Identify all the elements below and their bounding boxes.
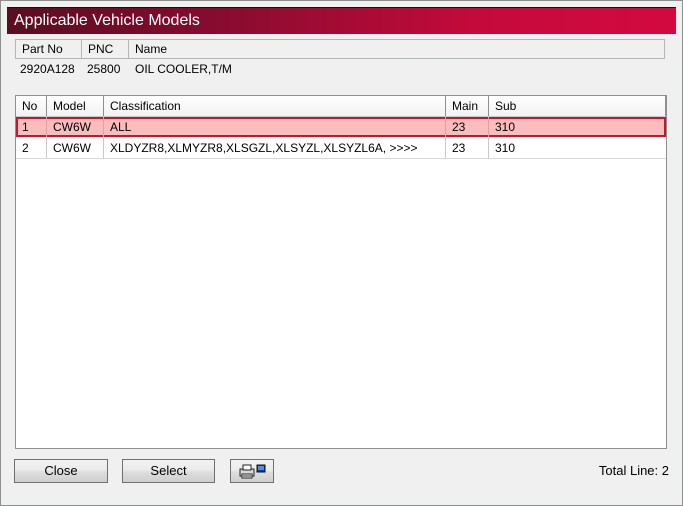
column-header-classification[interactable]: Classification (104, 96, 446, 116)
cell-model: CW6W (47, 117, 104, 137)
window-title: Applicable Vehicle Models (14, 12, 200, 29)
table-row[interactable]: 2 CW6W XLDYZR8,XLMYZR8,XLSGZL,XLSYZL,XLS… (16, 138, 666, 159)
close-button[interactable]: Close (14, 459, 108, 483)
list-header: No Model Classification Main Sub (16, 96, 666, 117)
column-header-model[interactable]: Model (47, 96, 104, 116)
part-name-value: OIL COOLER,T/M (135, 62, 232, 76)
applicable-vehicle-models-window: Applicable Vehicle Models Part No PNC Na… (0, 0, 683, 506)
cell-classification: XLDYZR8,XLMYZR8,XLSGZL,XLSYZL,XLSYZL6A, … (104, 138, 446, 158)
column-header-main[interactable]: Main (446, 96, 489, 116)
print-button[interactable] (230, 459, 274, 483)
cell-main: 23 (446, 138, 489, 158)
part-no-value: 2920A128 (20, 62, 75, 76)
content-panel: Part No PNC Name 2920A128 25800 OIL COOL… (11, 37, 673, 449)
printer-icon (237, 463, 267, 486)
vehicle-model-list[interactable]: No Model Classification Main Sub 1 CW6W … (15, 95, 667, 449)
pnc-header: PNC (82, 40, 129, 58)
total-line-label: Total Line: 2 (598, 463, 669, 478)
column-header-no[interactable]: No (16, 96, 47, 116)
cell-sub: 310 (495, 141, 516, 155)
cell-sub: 310 (495, 120, 516, 134)
select-button[interactable]: Select (122, 459, 215, 483)
title-bar[interactable]: Applicable Vehicle Models (7, 7, 676, 34)
part-info-row: 2920A128 25800 OIL COOLER,T/M (15, 59, 663, 79)
pnc-value: 25800 (87, 62, 121, 76)
cell-classification: ALL (104, 117, 446, 137)
cell-main: 23 (446, 117, 489, 137)
table-row-selected[interactable]: 1 CW6W ALL 23 310 (16, 117, 666, 137)
cell-no: 1 (16, 117, 47, 137)
name-header: Name (135, 42, 168, 56)
part-no-header: Part No (16, 40, 82, 58)
cell-no: 2 (16, 138, 47, 158)
column-header-sub[interactable]: Sub (489, 96, 666, 116)
part-info-header: Part No PNC Name (15, 39, 665, 59)
cell-model: CW6W (47, 138, 104, 158)
